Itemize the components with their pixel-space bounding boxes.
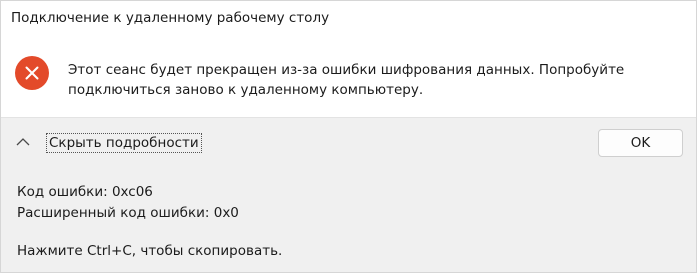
copy-hint: Нажмите Ctrl+C, чтобы скопировать. [17,243,283,259]
error-icon [15,56,49,90]
error-message: Этот сеанс будет прекращен из-за ошибки … [68,62,625,98]
remote-desktop-error-dialog: Подключение к удаленному рабочему столу … [0,0,697,273]
titlebar: Подключение к удаленному рабочему столу [1,1,696,37]
details-panel: Код ошибки: 0xc06 Расширенный код ошибки… [1,169,696,272]
extended-error-code: Расширенный код ошибки: 0x0 [17,205,239,221]
button-bar: Скрыть подробности OK [1,117,696,170]
hide-details-label: Скрыть подробности [46,133,202,153]
hide-details-toggle[interactable]: Скрыть подробности [13,131,202,155]
error-code: Код ошибки: 0xc06 [17,184,153,200]
message-area: Этот сеанс будет прекращен из-за ошибки … [1,37,696,117]
dialog-title: Подключение к удаленному рабочему столу [11,10,330,26]
chevron-up-icon [13,132,35,154]
ok-button[interactable]: OK [598,129,683,157]
